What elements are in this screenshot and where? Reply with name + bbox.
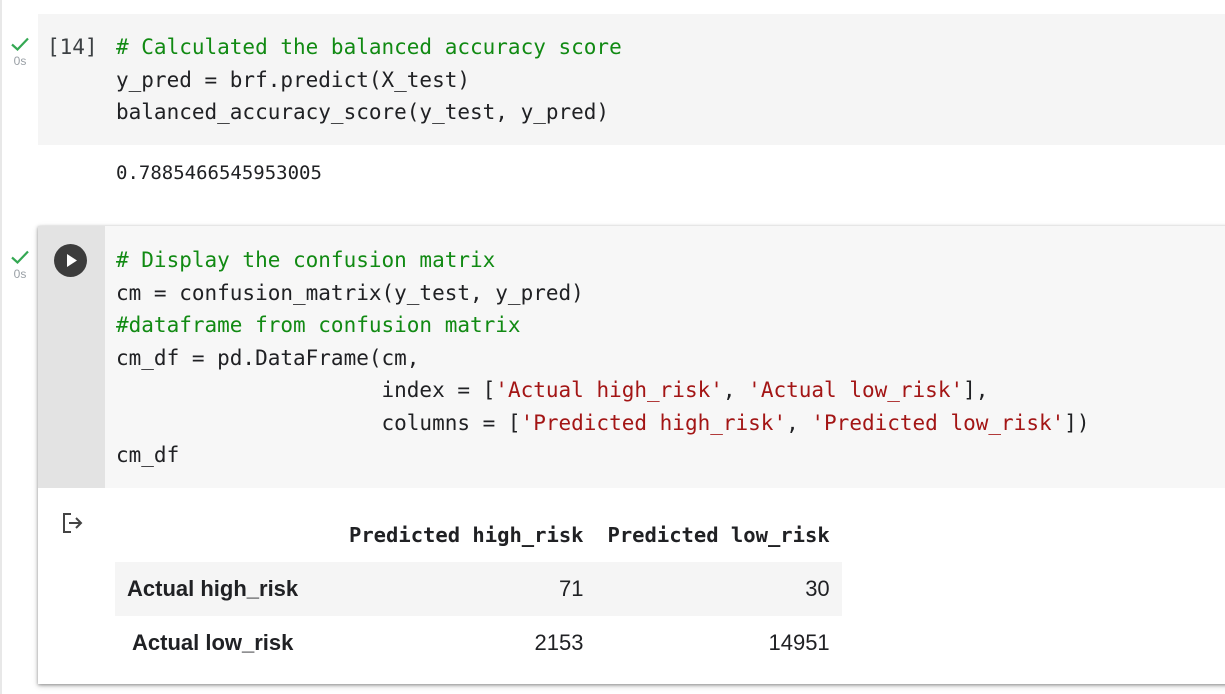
code-fragment: ]) — [1064, 410, 1090, 435]
cell-status: 0s — [8, 249, 32, 281]
check-icon — [8, 249, 32, 267]
code-fragment: ], — [963, 378, 989, 402]
code-fragment: index = [ — [116, 378, 496, 402]
code-line: balanced_accuracy_score(y_test, y_pred) — [116, 100, 610, 124]
code-string: 'Actual low_risk' — [748, 378, 964, 402]
cell-status: 0s — [8, 36, 32, 68]
execution-time: 0s — [13, 267, 27, 281]
code-line: cm = confusion_matrix(y_test, y_pred) — [116, 280, 584, 305]
code-fragment: , — [722, 378, 749, 402]
column-header: Predicted high_risk — [349, 523, 584, 547]
table-cell: 14951 — [768, 630, 830, 655]
execution-time: 0s — [13, 54, 27, 68]
column-header: Predicted low_risk — [607, 523, 830, 547]
row-index: Actual high_risk — [127, 576, 299, 601]
execution-count: [14] — [47, 35, 98, 59]
dataframe-table: Predicted high_risk Predicted low_risk A… — [115, 508, 842, 670]
code-fragment: columns = [ — [116, 410, 521, 435]
cell-output-text: 0.7885466545953005 — [116, 162, 322, 184]
check-icon — [8, 36, 32, 54]
code-comment: # Calculated the balanced accuracy score — [116, 35, 622, 59]
code-comment: # Display the confusion matrix — [116, 248, 496, 272]
row-index: Actual low_risk — [132, 630, 294, 655]
table-cell: 30 — [805, 576, 830, 601]
code-string: 'Predicted low_risk' — [811, 410, 1065, 435]
table-cell: 2153 — [534, 630, 584, 655]
index-header — [115, 508, 337, 562]
cell-gutter — [38, 226, 105, 488]
table-row: Actual low_risk 2153 14951 — [115, 616, 842, 670]
table-row: Actual high_risk 71 30 — [115, 562, 842, 616]
code-line: cm_df — [116, 443, 180, 467]
code-line: y_pred = brf.predict(X_test) — [116, 67, 471, 92]
code-comment: #dataframe from confusion matrix — [116, 313, 521, 337]
code-editor[interactable]: # Calculated the balanced accuracy score… — [116, 31, 622, 129]
table-cell: 71 — [559, 576, 584, 601]
code-line: cm_df = pd.DataFrame(cm, — [116, 345, 420, 370]
code-string: 'Predicted high_risk' — [520, 410, 787, 435]
code-string: 'Actual high_risk' — [495, 378, 723, 402]
left-rule — [0, 0, 2, 694]
table-header-row: Predicted high_risk Predicted low_risk — [115, 508, 842, 562]
play-icon — [67, 254, 77, 267]
code-text[interactable]: # Display the confusion matrix cm = conf… — [116, 244, 1090, 472]
code-fragment: , — [786, 410, 812, 435]
output-redirect-icon[interactable] — [61, 511, 87, 535]
run-cell-button[interactable] — [54, 244, 87, 277]
